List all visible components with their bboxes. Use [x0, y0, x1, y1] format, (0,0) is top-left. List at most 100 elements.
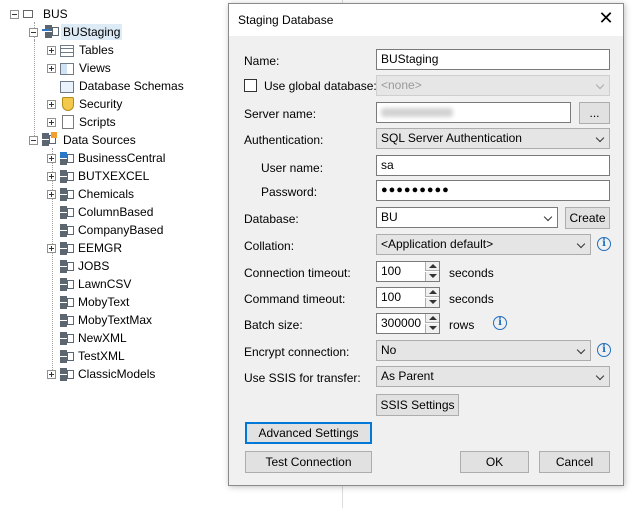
data-source-icon: [60, 349, 74, 363]
spin-up-icon[interactable]: [425, 288, 439, 297]
tree-node-data-source[interactable]: EEMGR: [47, 239, 124, 257]
ok-button[interactable]: OK: [460, 451, 529, 473]
expand-icon[interactable]: [47, 369, 56, 379]
encrypt-connection-label: Encrypt connection:: [244, 345, 350, 359]
tree-node-data-source[interactable]: Chemicals: [47, 185, 136, 203]
ssis-transfer-value: As Parent: [381, 369, 434, 383]
command-timeout-stepper[interactable]: 100: [376, 287, 440, 308]
tree-node-data-source[interactable]: NewXML: [60, 329, 129, 347]
tree-node-views[interactable]: Views: [47, 59, 113, 77]
server-icon: [23, 10, 33, 18]
create-database-button[interactable]: Create: [565, 207, 610, 229]
database-value: BU: [381, 210, 398, 224]
encrypt-connection-select[interactable]: No: [376, 340, 591, 361]
user-name-input[interactable]: sa: [376, 155, 610, 176]
tree-node-label: EEMGR: [78, 241, 123, 255]
encrypt-info-icon[interactable]: i: [597, 343, 611, 357]
data-source-icon: [60, 259, 74, 273]
tree-node-root[interactable]: BUS: [10, 5, 70, 23]
tree-node-data-source[interactable]: JOBS: [60, 257, 111, 275]
script-icon: [62, 115, 74, 129]
spin-down-icon[interactable]: [425, 324, 439, 333]
tree-node-label: BUS: [43, 7, 68, 21]
chevron-down-icon: [595, 371, 605, 381]
tree-node-label: Database Schemas: [79, 79, 184, 93]
tree-node-label: Scripts: [79, 115, 116, 129]
ssis-transfer-label: Use SSIS for transfer:: [244, 371, 361, 385]
dialog-title: Staging Database: [238, 13, 334, 27]
password-input[interactable]: ●●●●●●●●●: [376, 180, 610, 201]
ssis-settings-button[interactable]: SSIS Settings: [376, 394, 459, 416]
cancel-button[interactable]: Cancel: [539, 451, 610, 473]
shield-icon: [62, 97, 74, 111]
connection-timeout-stepper[interactable]: 100: [376, 261, 440, 282]
ssis-transfer-select[interactable]: As Parent: [376, 366, 610, 387]
global-database-select: <none>: [376, 75, 610, 96]
batch-size-value: 300000: [381, 316, 422, 330]
encrypt-connection-value: No: [381, 343, 397, 357]
tree-node-label: ClassicModels: [78, 367, 156, 381]
expand-icon[interactable]: [47, 117, 56, 127]
collation-info-icon[interactable]: i: [597, 237, 611, 251]
staging-database-icon: [42, 24, 59, 40]
tree-node-label: CompanyBased: [78, 223, 164, 237]
tree-node-data-source[interactable]: MobyTextMax: [60, 311, 154, 329]
tree-node-label: Security: [79, 97, 123, 111]
tree-node-project[interactable]: BUStaging: [29, 23, 123, 41]
tree-node-label: BusinessCentral: [78, 151, 166, 165]
chevron-down-icon: [595, 133, 605, 143]
chevron-down-icon: [576, 345, 586, 355]
dialog-titlebar[interactable]: Staging Database ✕: [229, 4, 623, 36]
tree-node-data-source[interactable]: BUTXEXCEL: [47, 167, 151, 185]
expand-icon[interactable]: [47, 171, 56, 181]
data-source-icon: [60, 205, 74, 219]
tree-node-scripts[interactable]: Scripts: [47, 113, 118, 131]
test-connection-button[interactable]: Test Connection: [245, 451, 372, 473]
server-name-input[interactable]: [376, 102, 571, 123]
tree-node-data-source[interactable]: LawnCSV: [60, 275, 133, 293]
tree-node-data-sources[interactable]: Data Sources: [29, 131, 138, 149]
authentication-select[interactable]: SQL Server Authentication: [376, 128, 610, 149]
database-label: Database:: [244, 212, 299, 226]
collapse-icon[interactable]: [29, 27, 38, 37]
expand-icon[interactable]: [47, 99, 56, 109]
use-global-database-checkbox[interactable]: [244, 79, 257, 92]
tree-node-data-source[interactable]: ColumnBased: [60, 203, 155, 221]
tree-node-schemas[interactable]: Database Schemas: [60, 77, 186, 95]
data-source-icon: [60, 169, 74, 183]
command-timeout-unit: seconds: [449, 292, 494, 306]
tree-node-data-source[interactable]: TestXML: [60, 347, 127, 365]
data-source-icon: [60, 241, 74, 255]
spin-down-icon[interactable]: [425, 298, 439, 307]
advanced-settings-button[interactable]: Advanced Settings: [245, 422, 372, 444]
password-label: Password:: [261, 185, 318, 199]
expand-icon[interactable]: [47, 189, 56, 199]
tree-node-label: BUStaging: [61, 24, 123, 40]
database-select[interactable]: BU: [376, 207, 558, 228]
collation-select[interactable]: <Application default>: [376, 234, 591, 255]
tree-node-tables[interactable]: Tables: [47, 41, 116, 59]
data-source-icon: [60, 277, 74, 291]
batch-size-label: Batch size:: [244, 318, 303, 332]
spin-up-icon[interactable]: [425, 262, 439, 271]
expand-icon[interactable]: [47, 63, 56, 73]
collapse-icon[interactable]: [29, 135, 38, 145]
tree-node-data-source[interactable]: ClassicModels: [47, 365, 157, 383]
spin-up-icon[interactable]: [425, 314, 439, 323]
tree-node-security[interactable]: Security: [47, 95, 124, 113]
batch-size-stepper[interactable]: 300000: [376, 313, 440, 334]
close-icon[interactable]: ✕: [595, 8, 617, 30]
tree-node-label: MobyTextMax: [78, 313, 153, 327]
tree-node-data-source[interactable]: CompanyBased: [60, 221, 165, 239]
batch-size-info-icon[interactable]: i: [493, 316, 507, 330]
data-sources-icon: [42, 132, 58, 148]
browse-server-button[interactable]: ...: [579, 102, 610, 124]
expand-icon[interactable]: [47, 45, 56, 55]
expand-icon[interactable]: [47, 243, 56, 253]
tree-node-data-source[interactable]: MobyText: [60, 293, 131, 311]
spin-down-icon[interactable]: [425, 272, 439, 281]
expand-icon[interactable]: [47, 153, 56, 163]
name-input[interactable]: BUStaging: [376, 49, 610, 70]
tree-node-data-source[interactable]: BusinessCentral: [47, 149, 167, 167]
collapse-icon[interactable]: [10, 9, 19, 19]
